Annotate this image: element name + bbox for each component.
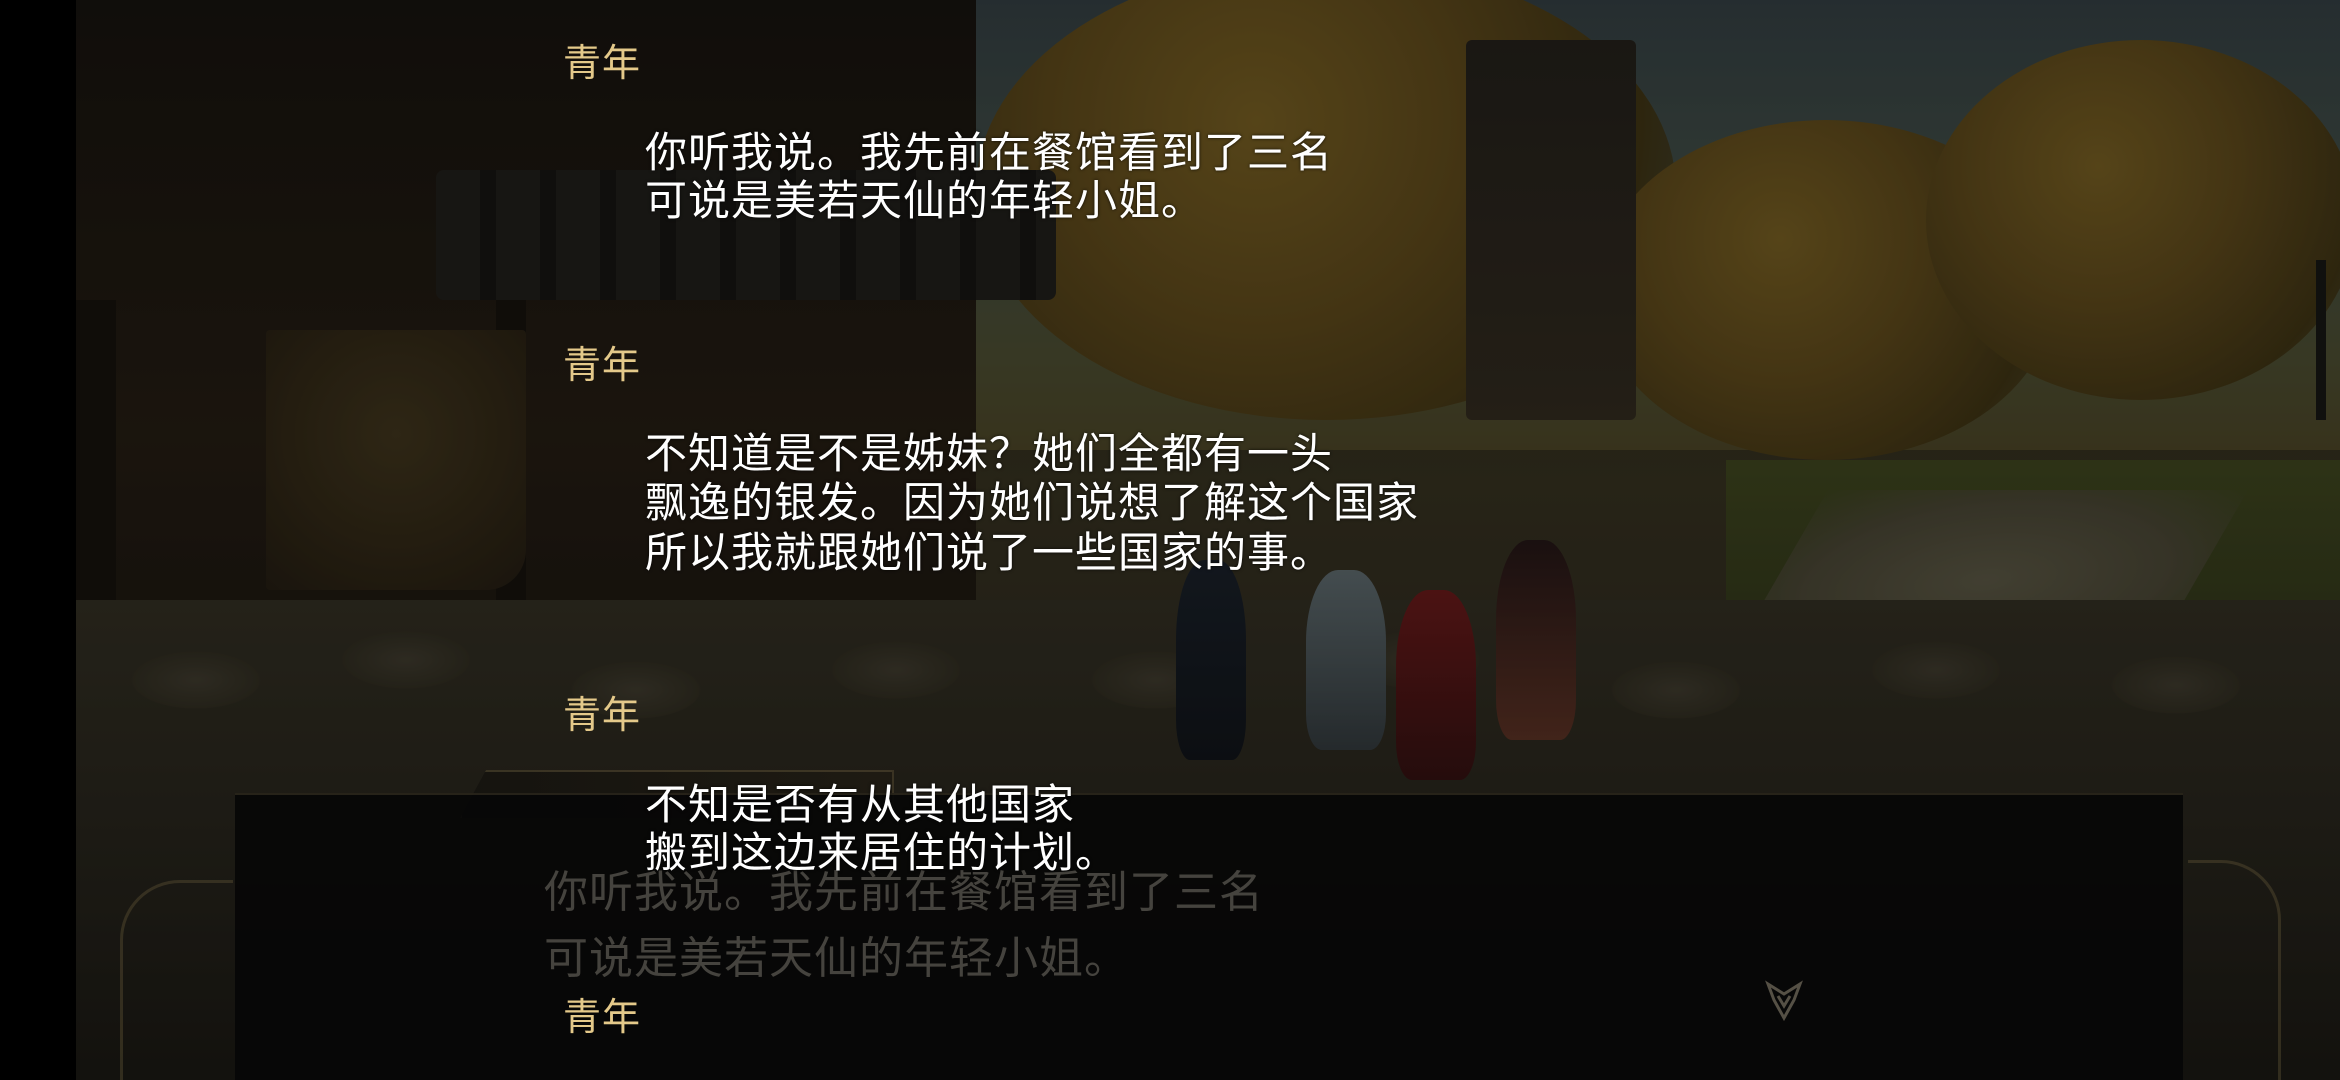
next-arrow-icon[interactable] bbox=[1764, 978, 1804, 1022]
speaker-name: 青年 bbox=[563, 343, 642, 387]
message-box-ornament-left bbox=[120, 880, 233, 1080]
message-box-ornament-right bbox=[2188, 860, 2281, 1080]
dialogue-line: 搬到这边来居住的计划。 bbox=[645, 828, 1119, 877]
speaker-name: 青年 bbox=[563, 693, 642, 737]
dialogue-line: 所以我就跟她们说了一些国家的事。 bbox=[645, 528, 1334, 577]
dialogue-line: 不知道是不是姊妹？她们全都有一头 bbox=[645, 429, 1334, 478]
game-screen[interactable]: 你听我说。我先前在餐馆看到了三名 可说是美若天仙的年轻小姐。 青年 你听我说。我… bbox=[0, 0, 2340, 1080]
dialogue-line: 你听我说。我先前在餐馆看到了三名 bbox=[645, 128, 1334, 177]
dialogue-line: 可说是美若天仙的年轻小姐。 bbox=[645, 176, 1205, 225]
dialogue-line: 飘逸的银发。因为她们说想了解这个国家 bbox=[645, 478, 1420, 527]
speaker-name: 青年 bbox=[563, 995, 642, 1039]
speaker-name: 青年 bbox=[563, 41, 642, 85]
screen-edge-bar bbox=[0, 0, 76, 1080]
message-box-text: 你听我说。我先前在餐馆看到了三名 可说是美若天仙的年轻小姐。 bbox=[544, 860, 1264, 992]
message-line: 可说是美若天仙的年轻小姐。 bbox=[544, 933, 1129, 984]
dialogue-line: 不知是否有从其他国家 bbox=[645, 780, 1076, 829]
